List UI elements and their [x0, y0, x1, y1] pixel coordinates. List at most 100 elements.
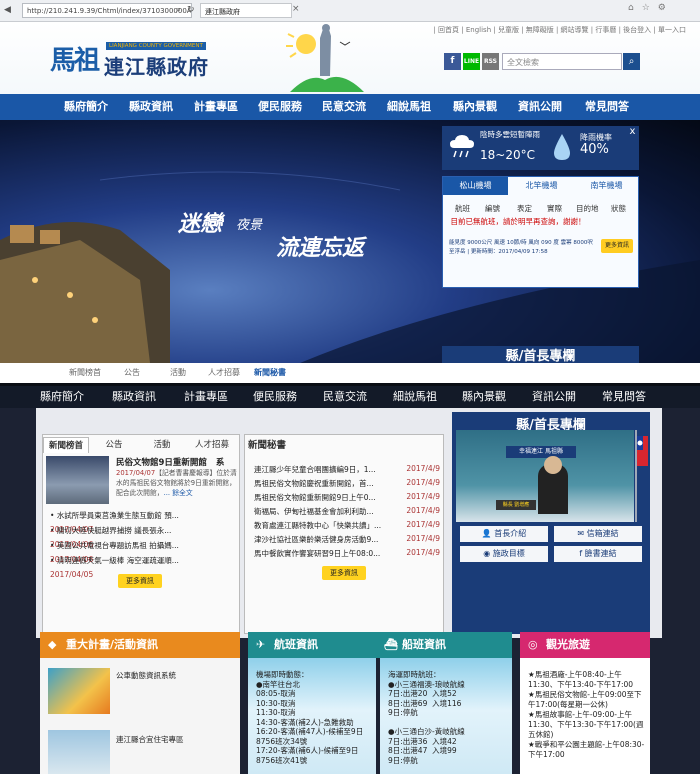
- line-icon[interactable]: LINE: [463, 53, 480, 70]
- col-status: 狀態: [611, 204, 626, 213]
- tab-news-announce[interactable]: 公告: [91, 437, 137, 453]
- tab-top-news[interactable]: 新聞榜首: [69, 367, 101, 378]
- list-item[interactable]: 教育處連江縣特教中心「快樂共讀」... 2017/4/9: [254, 520, 440, 534]
- list-item-title-extra: 拍攝媽...: [149, 541, 179, 550]
- refresh-icon[interactable]: ↻: [187, 5, 195, 15]
- list-item-title: 馬祖民俗文物館慶祝重新開館，首...: [254, 479, 374, 488]
- news-more-button[interactable]: 更多資訊: [118, 574, 162, 588]
- list-item[interactable]: 連江縣少年兒童合唱團擴編9日，1... 2017/4/9: [254, 464, 440, 478]
- search-button-icon[interactable]: ⌕: [623, 53, 640, 70]
- news-feature-more-link[interactable]: ... 餘全文: [164, 489, 193, 497]
- nav-item-services[interactable]: 便民服務: [258, 94, 302, 120]
- nav2-item-services[interactable]: 便民服務: [253, 386, 297, 408]
- news-feature-image[interactable]: [46, 456, 109, 504]
- camera-icon: ◎: [528, 638, 538, 651]
- column-photo[interactable]: 幸福連江 馬祖縣 縣長 劉增應: [456, 430, 634, 522]
- close-tab-icon[interactable]: ×: [292, 4, 300, 14]
- back-icon[interactable]: ◀: [4, 5, 11, 15]
- list-item-date: 2017/4/9: [406, 534, 440, 543]
- policy-goals-button[interactable]: ◉ 施政目標: [460, 546, 548, 562]
- list-item-title-text: 美國公共電視台專題訪馬祖: [56, 541, 147, 550]
- nav2-item-about[interactable]: 縣府簡介: [40, 386, 84, 408]
- list-item[interactable]: 津沙社協社區樂齡樂活健身房活動9... 2017/4/9: [254, 534, 440, 548]
- rss-icon[interactable]: RSS: [482, 53, 499, 70]
- tab-beigan[interactable]: 北竿機場: [509, 177, 574, 195]
- site-header: | 回首頁 | English | 兒童版 | 無障礙版 | 網站導覽 | 行事…: [0, 22, 700, 120]
- list-item[interactable]: 馬祖民俗文物館重新開館9日上午0... 2017/4/9: [254, 492, 440, 506]
- nav2-item-public-opinion[interactable]: 民意交流: [323, 386, 367, 408]
- tab-news-top[interactable]: 新聞榜首: [43, 437, 89, 453]
- logo-mark[interactable]: 馬祖: [50, 40, 100, 77]
- tab-secretary[interactable]: 新聞秘書: [254, 367, 286, 378]
- weather-temperature: 18~20°C: [480, 148, 535, 162]
- mailbox-button[interactable]: ✉ 信箱連結: [554, 526, 642, 542]
- logo-title[interactable]: 連江縣政府: [104, 51, 209, 80]
- tab-news-events[interactable]: 活動: [139, 437, 185, 453]
- address-bar[interactable]: http://210.241.9.39/Chtml/index/37103000…: [22, 3, 192, 18]
- news-feature-title-text: 民俗文物館9日重新開館: [116, 458, 207, 468]
- nav-item-scenery[interactable]: 縣內景觀: [453, 94, 497, 120]
- flights-title: 航班資訊: [274, 638, 318, 651]
- bus-system-link[interactable]: 公車動態資訊系統: [116, 670, 176, 681]
- rain-probability-value: 40%: [580, 142, 609, 157]
- tab-nangan[interactable]: 南竿機場: [574, 177, 639, 195]
- tab-announcement[interactable]: 公告: [124, 367, 140, 378]
- secretary-more-button[interactable]: 更多資訊: [322, 566, 366, 580]
- nav-item-gov-info[interactable]: 縣政資訊: [129, 94, 173, 120]
- nav-item-matsu[interactable]: 細說馬祖: [387, 94, 431, 120]
- window-controls-icon[interactable]: ⌂☆⚙: [628, 3, 674, 13]
- ships-header[interactable]: ⛴ 船班資訊: [376, 632, 512, 658]
- list-item-title: 教育處連江縣特教中心「快樂共讀」...: [254, 521, 382, 530]
- list-item-title: 馬祖民俗文物館重新開館9日上午0...: [254, 493, 376, 502]
- tab-songshan[interactable]: 松山機場: [443, 177, 508, 195]
- search-icon[interactable]: ⌕: [176, 5, 181, 15]
- nav-item-open-info[interactable]: 資訊公開: [518, 94, 562, 120]
- secretary-title[interactable]: 新聞秘書: [248, 437, 286, 451]
- news-feature-title[interactable]: 民俗文物館9日重新開館 系: [116, 456, 236, 468]
- search-input[interactable]: 全文檢索: [502, 53, 622, 70]
- tab-events[interactable]: 活動: [170, 367, 186, 378]
- list-item-title: • 關切大陸快艇越界捕撈 議長張永...: [50, 526, 172, 535]
- list-item[interactable]: 馬祖民俗文物館慶祝重新開館，首... 2017/4/9: [254, 478, 440, 492]
- column-photo-banner: 幸福連江 馬祖縣: [506, 446, 576, 458]
- tab-news-jobs[interactable]: 人才招募: [189, 437, 235, 453]
- list-item[interactable]: 馬中餐飲實作饗宴研習9日上午08:0... 2017/4/9: [254, 548, 440, 562]
- top-links[interactable]: | 回首頁 | English | 兒童版 | 無障礙版 | 網站導覽 | 行事…: [433, 25, 686, 35]
- bus-system-image[interactable]: [48, 668, 110, 714]
- list-item[interactable]: 衛福局、伊甸社福基金會加利利助... 2017/4/9: [254, 506, 440, 520]
- nav-item-plans[interactable]: 計畫專區: [194, 94, 238, 120]
- housing-link[interactable]: 連江縣合宜住宅專區: [116, 734, 184, 745]
- raindrop-icon: [554, 134, 570, 160]
- plans-header[interactable]: ◆ 重大計畫/活動資訊: [40, 632, 240, 658]
- nav-item-faq[interactable]: 常見問答: [585, 94, 629, 120]
- browser-tab[interactable]: 連江縣政府: [200, 3, 292, 18]
- facebook-link-button[interactable]: f 臉書連結: [554, 546, 642, 562]
- list-item-title-extra: 海空運疏運順...: [126, 556, 179, 565]
- list-item-title: • 清明連假天氣一級棒 海空運疏運順...: [50, 556, 179, 565]
- col-scheduled: 表定: [517, 204, 532, 213]
- nav2-item-gov-info[interactable]: 縣政資訊: [112, 386, 156, 408]
- browser-bar: ◀ http://210.241.9.39/Chtml/index/371030…: [0, 0, 700, 22]
- chief-intro-button[interactable]: 👤 首長介紹: [460, 526, 548, 542]
- list-item-title: 衛福局、伊甸社福基金會加利利助...: [254, 507, 374, 516]
- user-icon: 👤: [481, 529, 495, 538]
- flights-header[interactable]: ✈ 航班資訊: [248, 632, 376, 658]
- nav2-item-open-info[interactable]: 資訊公開: [532, 386, 576, 408]
- ship-icon: ⛴: [384, 638, 398, 651]
- tab-jobs[interactable]: 人才招募: [208, 367, 240, 378]
- nav2-item-faq[interactable]: 常見問答: [602, 386, 646, 408]
- nav2-item-scenery[interactable]: 縣內景觀: [462, 386, 506, 408]
- tourism-header[interactable]: ◎ 觀光旅遊: [520, 632, 650, 658]
- nav-item-about[interactable]: 縣府簡介: [64, 94, 108, 120]
- facebook-icon[interactable]: f: [444, 53, 461, 70]
- close-icon[interactable]: x: [626, 126, 639, 137]
- nav2-item-plans[interactable]: 計畫專區: [184, 386, 228, 408]
- news-tabs-top: 新聞榜首 公告 活動 人才招募 新聞秘書: [0, 363, 700, 383]
- nav-item-public-opinion[interactable]: 民意交流: [322, 94, 366, 120]
- flight-more-button[interactable]: 更多資訊: [601, 239, 633, 253]
- list-item-title-text: 清明連假天氣一級棒: [56, 556, 125, 565]
- col-destination: 目的地: [576, 204, 599, 213]
- list-item-date: 2017/04/05: [50, 570, 94, 579]
- housing-image[interactable]: [48, 730, 110, 774]
- nav2-item-matsu[interactable]: 細說馬祖: [393, 386, 437, 408]
